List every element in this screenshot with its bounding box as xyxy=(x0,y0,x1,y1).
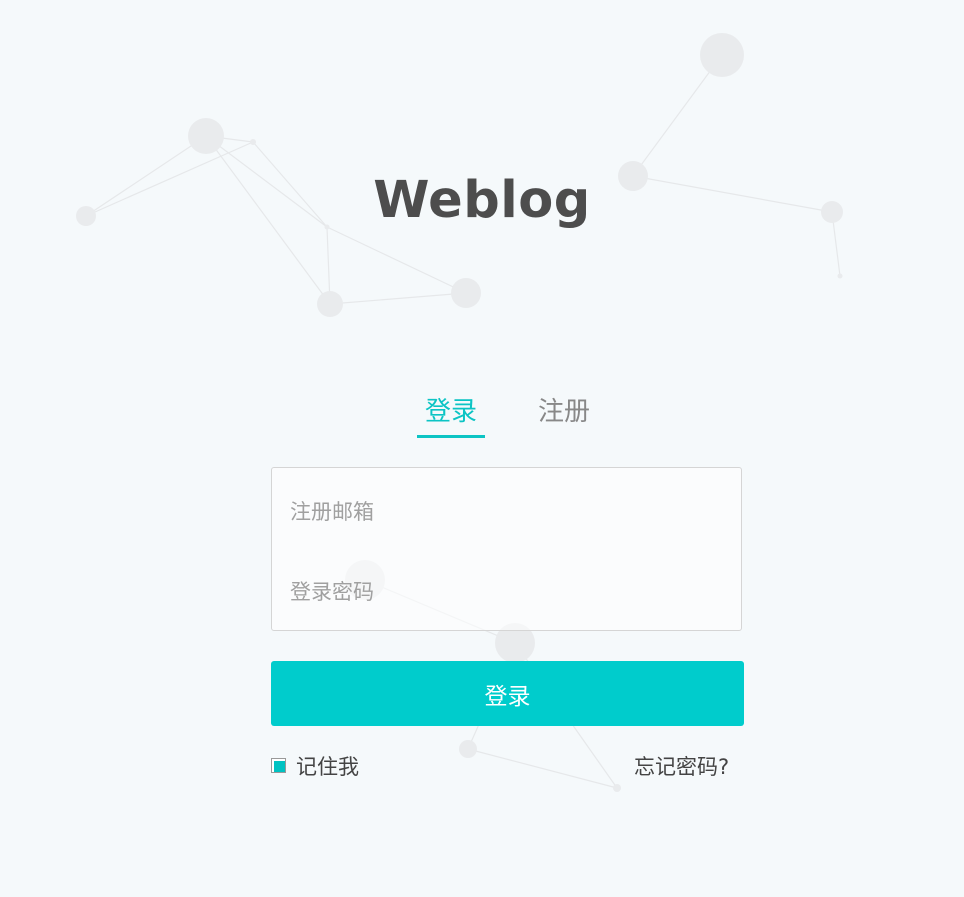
active-tab-indicator xyxy=(417,435,485,438)
remember-me-checkbox[interactable] xyxy=(271,758,286,773)
forgot-password-link[interactable]: 忘记密码? xyxy=(634,752,729,782)
login-button[interactable]: 登录 xyxy=(271,661,744,726)
tab-register[interactable]: 注册 xyxy=(531,392,597,432)
auth-tabs: 登录 注册 xyxy=(417,392,617,440)
remember-me[interactable]: 记住我 xyxy=(271,752,359,782)
tab-login[interactable]: 登录 xyxy=(417,392,485,432)
checkbox-checked-indicator xyxy=(274,761,285,772)
remember-me-label: 记住我 xyxy=(296,755,359,779)
password-field[interactable] xyxy=(290,572,720,612)
credentials-input-group xyxy=(271,467,742,631)
email-field[interactable] xyxy=(290,492,720,532)
login-page: Weblog 登录 注册 登录 记住我 忘记密码? xyxy=(0,0,964,897)
app-title: Weblog xyxy=(373,171,591,230)
